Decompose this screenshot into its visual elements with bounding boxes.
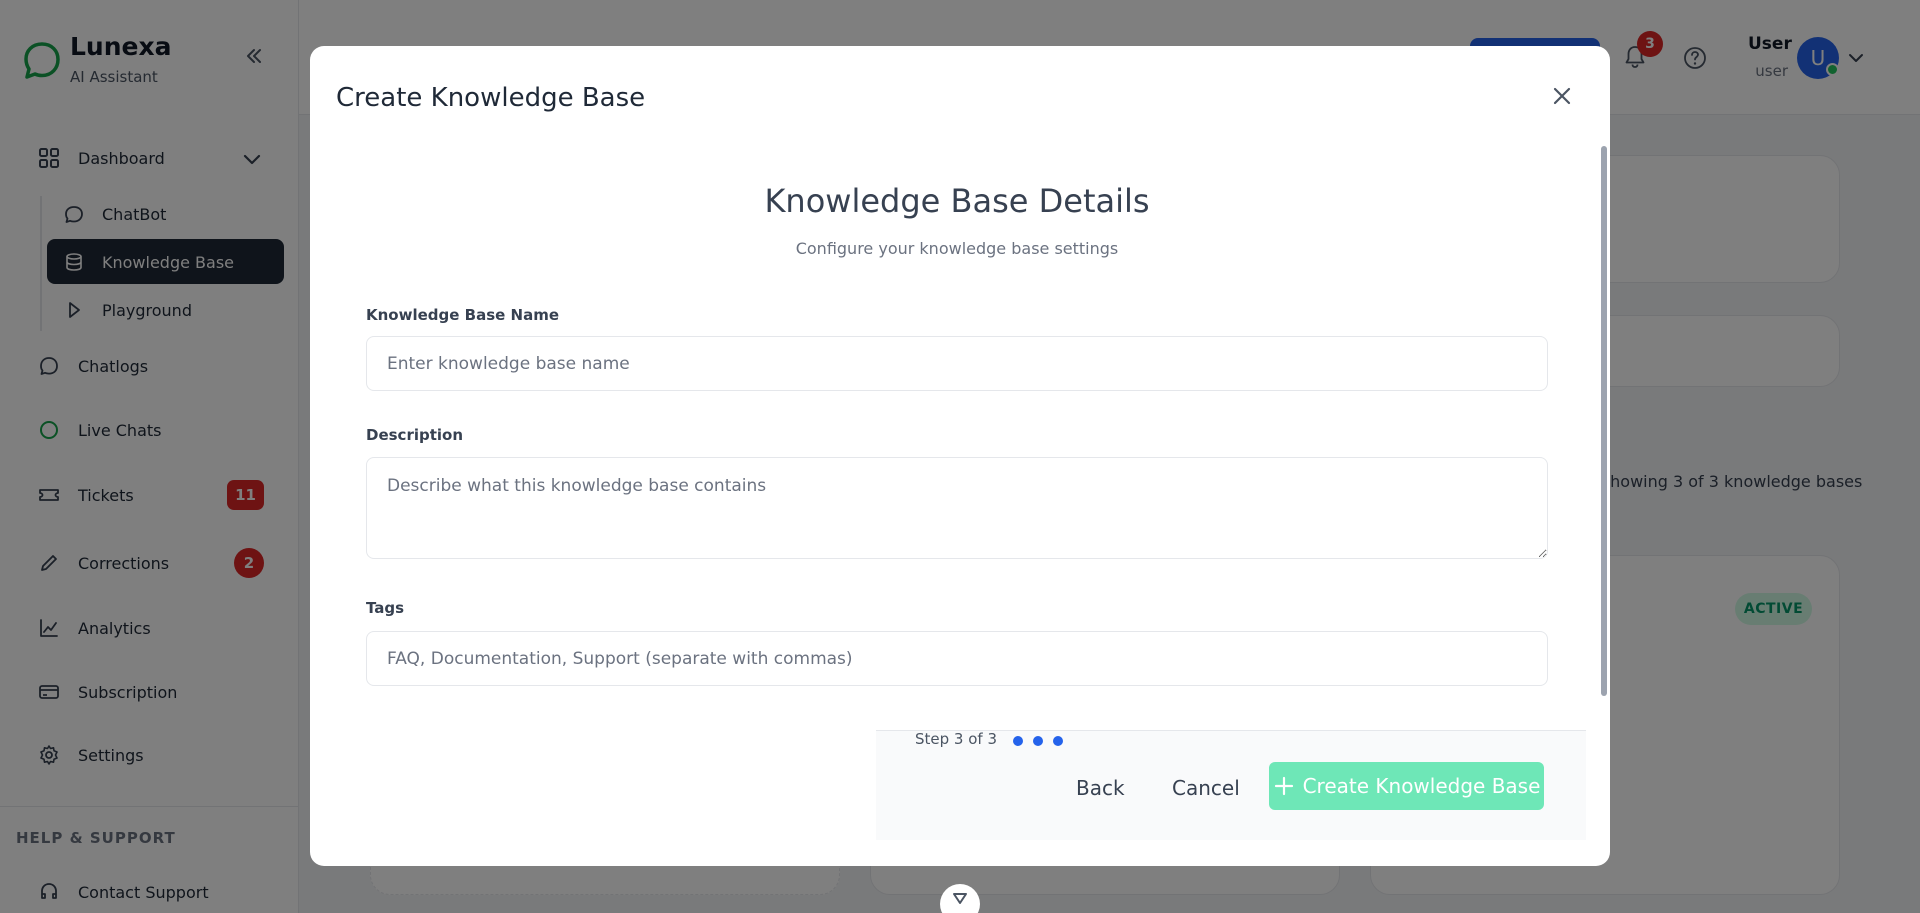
create-button-label: Create Knowledge Base: [1302, 774, 1541, 798]
knowledge-base-name-input[interactable]: [366, 336, 1548, 391]
step-dot-2: [1033, 736, 1043, 746]
create-knowledge-base-button[interactable]: Create Knowledge Base: [1269, 762, 1544, 810]
step-dot-3: [1053, 736, 1063, 746]
section-title: Knowledge Base Details: [764, 182, 1150, 220]
tags-input[interactable]: [366, 631, 1548, 686]
close-icon[interactable]: [1548, 82, 1576, 110]
modal-title: Create Knowledge Base: [336, 83, 646, 113]
description-label: Description: [366, 426, 464, 444]
description-input[interactable]: [366, 457, 1548, 559]
chevron-down-icon: [953, 893, 967, 904]
plus-icon: [1274, 776, 1293, 796]
cancel-button[interactable]: Cancel: [1172, 776, 1240, 800]
step-indicator-text: Step 3 of 3: [915, 730, 998, 748]
step-dot-1: [1013, 736, 1023, 746]
back-button[interactable]: Back: [1076, 776, 1125, 800]
name-label: Knowledge Base Name: [366, 306, 560, 324]
scrollbar[interactable]: [1601, 146, 1607, 696]
tags-label: Tags: [366, 599, 405, 617]
section-subtitle: Configure your knowledge base settings: [795, 239, 1119, 258]
